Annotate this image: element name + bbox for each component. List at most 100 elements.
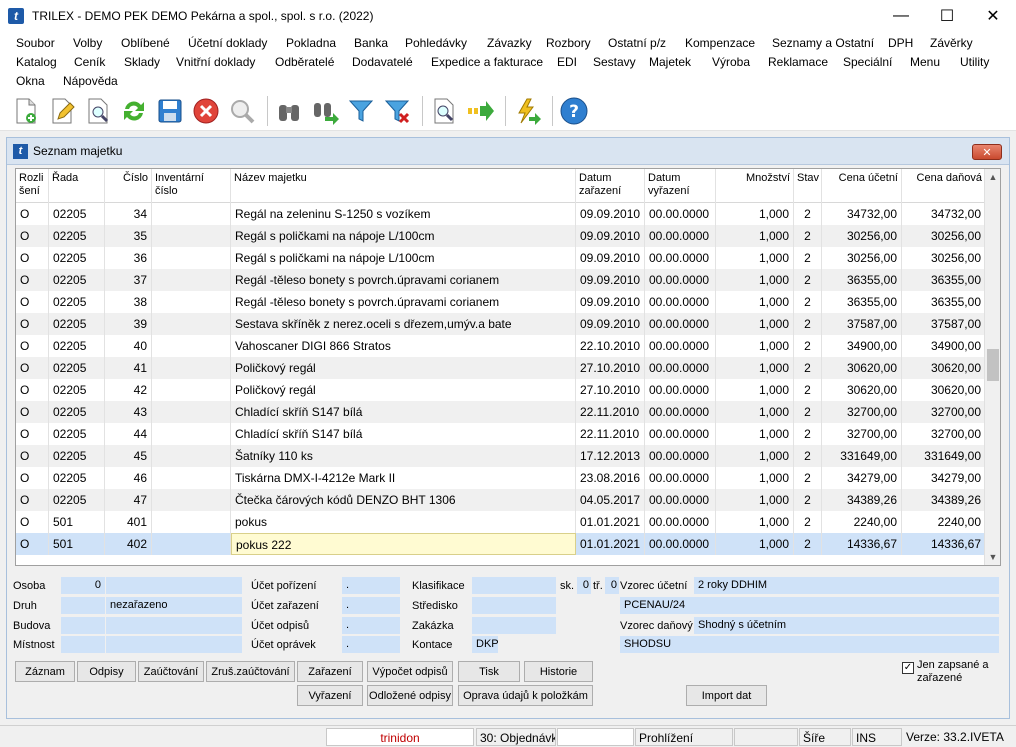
menu-item[interactable]: Utility bbox=[960, 55, 989, 69]
menu-item[interactable]: Speciální bbox=[843, 55, 892, 69]
arrow-right-icon[interactable] bbox=[464, 95, 496, 127]
menu-item[interactable]: Menu bbox=[910, 55, 940, 69]
tisk-button[interactable]: Tisk bbox=[458, 661, 520, 682]
budova-code-field[interactable] bbox=[61, 617, 105, 634]
import-dat-button[interactable]: Import dat bbox=[686, 685, 767, 706]
menu-item[interactable]: Expedice a fakturace bbox=[431, 55, 543, 69]
preview-document-icon[interactable] bbox=[82, 95, 114, 127]
klasifikace-field[interactable] bbox=[472, 577, 556, 594]
scroll-up-icon[interactable]: ▲ bbox=[985, 169, 1000, 185]
print-preview-icon[interactable] bbox=[428, 95, 460, 127]
column-header[interactable]: Název majetku bbox=[231, 169, 576, 203]
column-header[interactable]: Rozli šení bbox=[16, 169, 49, 203]
table-row[interactable]: O 02205 41 Poličkový regál 27.10.2010 00.00.0… bbox=[16, 357, 986, 379]
menu-item[interactable]: Sestavy bbox=[593, 55, 636, 69]
table-row[interactable]: O 02205 45 Šatníky 110 ks 17.12.2013 00.00.00… bbox=[16, 445, 986, 467]
close-button[interactable]: ✕ bbox=[970, 0, 1016, 31]
column-header[interactable]: Datum zařazení bbox=[576, 169, 645, 203]
zrus-zauctovani-button[interactable]: Zruš.zaúčtování bbox=[206, 661, 295, 682]
asset-grid[interactable]: Rozli šení Řada Číslo Inventární číslo Název… bbox=[15, 168, 1001, 566]
delete-icon[interactable] bbox=[190, 95, 222, 127]
menu-item[interactable]: Sklady bbox=[124, 55, 160, 69]
odlozene-odpisy-button[interactable]: Odložené odpisy bbox=[367, 685, 453, 706]
menu-item[interactable]: Ceník bbox=[74, 55, 105, 69]
table-row[interactable]: O 02205 44 Chladící skříň S147 bílá 22.11.20… bbox=[16, 423, 986, 445]
filter-clear-icon[interactable] bbox=[381, 95, 413, 127]
kontace-field[interactable]: DKP bbox=[472, 636, 498, 653]
new-document-icon[interactable] bbox=[10, 95, 42, 127]
scroll-down-icon[interactable]: ▼ bbox=[985, 549, 1000, 565]
menu-item[interactable]: Okna bbox=[16, 74, 45, 88]
ucet-porizeni-field[interactable]: . bbox=[342, 577, 400, 594]
menu-item[interactable]: Pohledávky bbox=[405, 36, 467, 50]
jen-zapsane-checkbox[interactable]: ✓ bbox=[902, 662, 914, 674]
column-header[interactable]: Inventární číslo bbox=[152, 169, 231, 203]
save-icon[interactable] bbox=[154, 95, 186, 127]
menu-item[interactable]: Vnitřní doklady bbox=[176, 55, 255, 69]
sk-field[interactable]: 0 bbox=[577, 577, 591, 594]
binoculars-next-icon[interactable] bbox=[309, 95, 341, 127]
budova-field[interactable] bbox=[106, 617, 242, 634]
lightning-icon[interactable] bbox=[511, 95, 543, 127]
menu-item[interactable]: Rozbory bbox=[546, 36, 591, 50]
menu-item[interactable]: Závěrky bbox=[930, 36, 973, 50]
osoba-field[interactable]: 0 bbox=[61, 577, 105, 594]
table-row[interactable]: O 02205 40 Vahoscaner DIGI 866 Stratos 22.10… bbox=[16, 335, 986, 357]
column-header[interactable]: Stav bbox=[794, 169, 822, 203]
menu-item[interactable]: Dodavatelé bbox=[352, 55, 413, 69]
minimize-button[interactable]: — bbox=[878, 0, 924, 31]
tr-field[interactable]: 0 bbox=[605, 577, 619, 594]
menu-item[interactable]: Banka bbox=[354, 36, 388, 50]
vypocet-odpisu-button[interactable]: Výpočet odpisů bbox=[367, 661, 453, 682]
help-icon[interactable]: ? bbox=[558, 95, 590, 127]
mistnost-field[interactable] bbox=[106, 636, 242, 653]
menu-item[interactable]: Reklamace bbox=[768, 55, 828, 69]
edit-document-icon[interactable] bbox=[46, 95, 78, 127]
menu-item[interactable]: Kompenzace bbox=[685, 36, 755, 50]
table-row[interactable]: O 02205 47 Čtečka čárových kódů DENZO BHT 1… bbox=[16, 489, 986, 511]
table-row[interactable]: O 501 402 pokus 222 01.01.2021 00.00.0000 1,00… bbox=[16, 533, 986, 555]
table-row[interactable]: O 02205 43 Chladící skříň S147 bílá 22.11.20… bbox=[16, 401, 986, 423]
menu-item[interactable]: Ostatní p/z bbox=[608, 36, 666, 50]
table-row[interactable]: O 02205 46 Tiskárna DMX-I-4212e Mark II 23.0… bbox=[16, 467, 986, 489]
table-row[interactable]: O 02205 35 Regál s poličkami na nápoje L/10… bbox=[16, 225, 986, 247]
menu-item[interactable]: Oblíbené bbox=[121, 36, 170, 50]
druh-field[interactable]: nezařazeno bbox=[106, 597, 242, 614]
vyrazeni-button[interactable]: Vyřazení bbox=[297, 685, 363, 706]
filter-icon[interactable] bbox=[345, 95, 377, 127]
ucet-zarazeni-field[interactable]: . bbox=[342, 597, 400, 614]
ucet-odpisu-field[interactable]: . bbox=[342, 617, 400, 634]
menu-item[interactable]: Účetní doklady bbox=[188, 36, 267, 50]
vzorec-danovy-field[interactable]: Shodný s účetním bbox=[694, 617, 999, 634]
column-header[interactable]: Cena účetní bbox=[822, 169, 902, 203]
table-row[interactable]: O 02205 36 Regál s poličkami na nápoje L/10… bbox=[16, 247, 986, 269]
zauctovani-button[interactable]: Zaúčtování bbox=[138, 661, 204, 682]
menu-item[interactable]: Výroba bbox=[712, 55, 750, 69]
vzorec-ucetni-code-field[interactable]: PCENAU/24 bbox=[620, 597, 999, 614]
scroll-thumb[interactable] bbox=[987, 349, 999, 381]
zaznam-button[interactable]: Záznam bbox=[15, 661, 75, 682]
menu-item[interactable]: Závazky bbox=[487, 36, 532, 50]
menu-item[interactable]: DPH bbox=[888, 36, 913, 50]
ucet-opravek-field[interactable]: . bbox=[342, 636, 400, 653]
child-close-button[interactable]: ✕ bbox=[972, 144, 1002, 160]
menu-item[interactable]: Pokladna bbox=[286, 36, 336, 50]
table-cell[interactable]: pokus 222 bbox=[231, 533, 576, 555]
column-header[interactable]: Datum vyřazení bbox=[645, 169, 716, 203]
maximize-button[interactable]: ☐ bbox=[924, 0, 970, 31]
table-row[interactable]: O 02205 39 Sestava skříněk z nerez.oceli s … bbox=[16, 313, 986, 335]
menu-item[interactable]: Nápověda bbox=[63, 74, 118, 88]
menu-item[interactable]: Katalog bbox=[16, 55, 57, 69]
vzorec-ucetni-field[interactable]: 2 roky DDHIM bbox=[694, 577, 999, 594]
menu-item[interactable]: Seznamy a Ostatní bbox=[772, 36, 874, 50]
menu-item[interactable]: Odběratelé bbox=[275, 55, 334, 69]
vzorec-danovy-code-field[interactable]: SHODSU bbox=[620, 636, 999, 653]
column-header[interactable]: Množství bbox=[716, 169, 794, 203]
menu-item[interactable]: Volby bbox=[73, 36, 102, 50]
odpisy-button[interactable]: Odpisy bbox=[77, 661, 136, 682]
oprava-udaju-button[interactable]: Oprava údajů k položkám bbox=[458, 685, 593, 706]
table-row[interactable]: O 02205 42 Poličkový regál 27.10.2010 00.00.0… bbox=[16, 379, 986, 401]
table-row[interactable]: O 02205 38 Regál -těleso bonety s povrch.úp… bbox=[16, 291, 986, 313]
zarazeni-button[interactable]: Zařazení bbox=[297, 661, 363, 682]
zakazka-field[interactable] bbox=[472, 617, 556, 634]
